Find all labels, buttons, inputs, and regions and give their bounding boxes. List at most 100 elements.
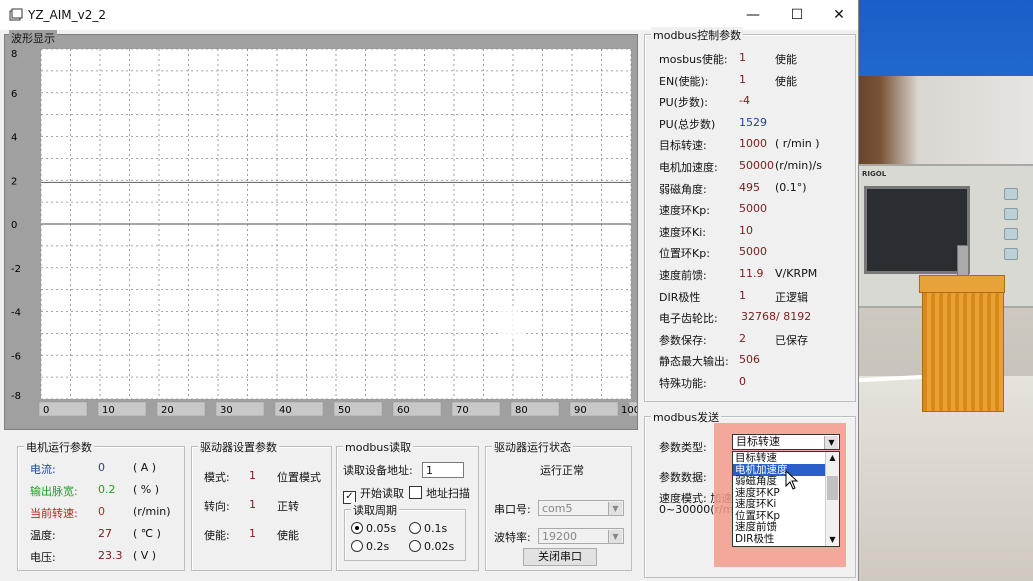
x-tick-label: 80 — [515, 405, 528, 416]
control-param-value: 506 — [739, 353, 760, 367]
period-label: 0.1s — [424, 522, 448, 535]
y-tick-label: 0 — [11, 220, 17, 231]
title-bar: YZ_AIM_v2_2 — ☐ ✕ — [0, 0, 858, 30]
period-label: 0.2s — [366, 540, 390, 553]
y-tick-label: -8 — [11, 391, 21, 402]
param-type-option[interactable]: 电机加速度 — [733, 463, 829, 476]
control-param-name: 电机加速度: — [659, 161, 718, 174]
baud-label: 波特率: — [494, 531, 531, 544]
baud-select[interactable]: 19200 ▼ — [538, 528, 624, 544]
control-param-name: 速度前馈: — [659, 269, 707, 282]
control-param-name: 参数保存: — [659, 333, 707, 347]
modbus-send-label: modbus发送 — [651, 409, 722, 425]
control-param-value: 0 — [739, 375, 746, 388]
dropdown-scrollbar[interactable]: ▲ ▼ — [825, 452, 839, 546]
param-type-option[interactable]: 位置环Kp — [733, 510, 829, 522]
control-param-name: DIR极性 — [659, 290, 701, 304]
param-data-label: 参数数据: — [659, 471, 707, 484]
control-param-value: 10 — [739, 223, 753, 237]
param-type-option[interactable]: 速度前馈 — [733, 521, 829, 533]
chevron-down-icon: ▼ — [608, 530, 622, 543]
param-type-option[interactable]: DIR极性 — [733, 533, 829, 545]
motor-param-unit: ( A ) — [133, 461, 157, 474]
driver-setting-name: 转向: — [204, 500, 230, 513]
checkbox-empty-icon — [409, 486, 422, 499]
y-tick-label: -2 — [11, 264, 21, 275]
control-param-value: 1 — [739, 288, 746, 302]
control-param-unit: (r/min)/s — [775, 159, 822, 172]
address-scan-checkbox[interactable]: 地址扫描 — [409, 485, 470, 501]
control-param-name: 速度环Kp: — [659, 204, 710, 218]
app-icon — [9, 8, 23, 21]
control-param-name: 弱磁角度: — [659, 182, 707, 196]
control-param-name: 速度环Ki: — [659, 225, 706, 239]
motor-param-unit: ( V ) — [133, 549, 157, 562]
play-icon[interactable] — [490, 296, 546, 352]
window-title: YZ_AIM_v2_2 — [28, 8, 107, 22]
y-tick-label: 4 — [11, 133, 17, 144]
driver-setting-value: 1 — [249, 498, 256, 511]
port-select[interactable]: com5 ▼ — [538, 500, 624, 516]
minimize-button[interactable]: — — [730, 0, 776, 30]
x-tick-label: 40 — [279, 405, 292, 416]
control-param-unit: V/KRPM — [775, 267, 818, 280]
control-param-value: 32768/ 8192 — [741, 310, 812, 324]
control-param-value: 1529 — [739, 115, 767, 129]
driver-setting-name: 使能: — [204, 529, 230, 542]
modbus-control-label: modbus控制参数 — [651, 27, 744, 43]
param-type-value: 目标转速 — [736, 435, 780, 448]
control-param-unit: (0.1°) — [775, 180, 807, 194]
period-label: 0.02s — [424, 540, 455, 553]
param-type-dropdown-list[interactable]: 目标转速 电机加速度 弱磁角度 速度环KP 速度环Ki 位置环Kp 速度前馈 DIR极性 ▲ … — [732, 451, 840, 547]
x-tick-label: 100 — [621, 405, 637, 416]
control-param-name: PU(总步数) — [659, 117, 716, 131]
x-tick-label: 60 — [397, 405, 410, 416]
scrollbar-thumb[interactable] — [827, 476, 838, 500]
read-address-input[interactable]: 1 — [422, 462, 464, 478]
maximize-button[interactable]: ☐ — [774, 0, 820, 30]
x-tick-label: 70 — [456, 405, 469, 416]
period-radio[interactable]: 0.02s — [409, 540, 454, 553]
mouse-cursor-icon — [785, 470, 799, 490]
control-param-unit: ( r/min ) — [775, 137, 820, 151]
y-tick-label: -6 — [11, 351, 21, 362]
motor-param-name: 输出脉宽: — [30, 485, 78, 498]
close-button[interactable]: ✕ — [816, 0, 862, 30]
control-param-name: 位置环Kp: — [659, 247, 710, 261]
y-tick-label: 8 — [11, 49, 17, 60]
control-param-value: 1 — [739, 72, 746, 86]
waveform-chart: 86420-2-4-6-80 10 20 30 40 50 60 70 80 90 100 — [11, 48, 637, 417]
period-radio[interactable]: 0.05s — [351, 522, 396, 535]
param-type-option[interactable]: 速度环Ki — [733, 498, 829, 510]
control-param-value: 50000 — [739, 159, 774, 172]
period-radio[interactable]: 0.1s — [409, 522, 447, 535]
motor-params-group: 电机运行参数 电流: 0 ( A ) 输出脉宽: 0.2 ( % ) 当前转速: 0 (r/mi… — [17, 439, 185, 571]
photo-brand-logo: RIGOL — [862, 170, 887, 178]
control-param-name: 电子齿轮比: — [659, 312, 718, 326]
param-type-select[interactable]: 目标转速 ▼ — [732, 434, 840, 450]
param-type-option[interactable]: 弱磁角度 — [733, 475, 829, 487]
read-period-label: 读取周期 — [351, 502, 399, 518]
driver-setting-name: 模式: — [204, 471, 230, 484]
y-tick-label: 6 — [11, 89, 17, 100]
param-type-option[interactable]: 速度环KP — [733, 487, 829, 499]
control-param-unit: 使能 — [775, 53, 797, 66]
close-port-button[interactable]: 关闭串口 — [523, 548, 597, 566]
port-value: com5 — [542, 502, 573, 515]
control-param-value: -4 — [739, 94, 750, 108]
driver-setting-desc: 正转 — [277, 500, 299, 513]
driver-settings-group: 驱动器设置参数 模式: 1 位置模式 转向: 1 正转 使能: 1 使能 — [191, 439, 332, 571]
chevron-down-icon[interactable]: ▼ — [826, 534, 839, 546]
waveform-panel: 波形显示 8 6 4 2 0 -2 -4 -6 -8 0 10 20 30 40 50 60 70 80 90 100 — [4, 30, 638, 430]
motor-params-label: 电机运行参数 — [24, 439, 94, 455]
radio-icon — [351, 540, 363, 552]
control-param-name: PU(步数): — [659, 96, 708, 110]
radio-icon — [409, 540, 421, 552]
motor-param-unit: ( ℃ ) — [133, 527, 161, 540]
chevron-up-icon[interactable]: ▲ — [826, 452, 839, 464]
photo-knob — [1004, 188, 1018, 200]
chevron-down-icon: ▼ — [608, 502, 622, 515]
control-param-value: 2 — [739, 331, 746, 345]
period-radio[interactable]: 0.2s — [351, 540, 389, 553]
param-type-option[interactable]: 目标转速 — [733, 452, 829, 464]
